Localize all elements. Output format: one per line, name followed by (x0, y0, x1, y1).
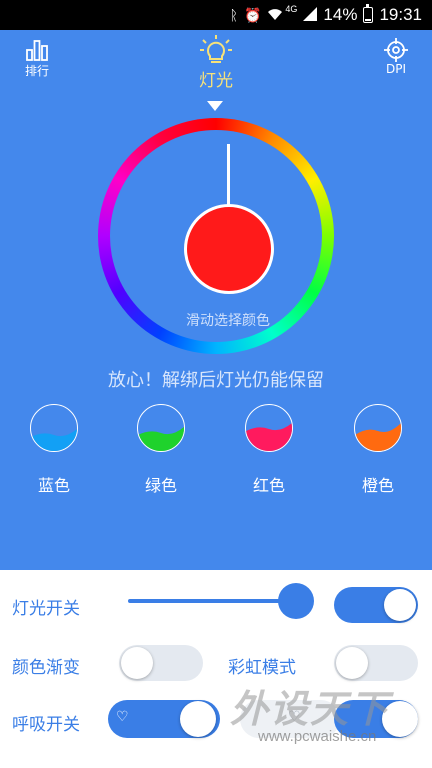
light-switch-knob (384, 589, 416, 621)
crosshair-icon (384, 38, 408, 62)
wifi-icon (267, 7, 283, 24)
preset-red[interactable]: 红色 (241, 404, 297, 496)
dpi-button[interactable]: DPI (376, 38, 416, 76)
alarm-icon: ⏰ (243, 6, 262, 23)
color-fade-label: 颜色渐变 (12, 658, 80, 678)
bluetooth-icon: ᚱ (229, 7, 238, 23)
preset-blue[interactable]: 蓝色 (26, 404, 82, 496)
wheel-pointer-icon (207, 101, 223, 111)
preset-red-swatch (245, 404, 293, 452)
status-bar: ᚱ ⏰ 4G 14% 19:31 (0, 0, 432, 30)
wheel-hint: 滑动选择颜色 (186, 313, 270, 329)
light-switch-toggle[interactable] (334, 587, 418, 623)
dpi-label: DPI (385, 62, 406, 76)
selected-color-swatch (184, 204, 274, 294)
breathing-switch-toggle[interactable]: ♡ (108, 700, 220, 738)
breathing-switch-knob (180, 701, 216, 737)
preset-blue-swatch (30, 404, 78, 452)
preset-orange-swatch (354, 404, 402, 452)
watermark-url: www.pcwaishe.cn (258, 728, 377, 745)
signal-icon (303, 6, 318, 24)
preset-blue-label: 蓝色 (37, 476, 70, 495)
rank-label: 排行 (24, 64, 49, 78)
color-wheel[interactable]: 滑动选择颜色 (98, 118, 334, 354)
color-fade-toggle[interactable] (119, 645, 203, 681)
watermark-text: 外设天下 (230, 687, 391, 731)
battery-percent: 14% (323, 5, 358, 24)
brightness-slider-track[interactable] (128, 599, 296, 603)
light-tab-label: 灯光 (199, 71, 233, 91)
battery-icon (363, 4, 374, 23)
preset-green-swatch (137, 404, 185, 452)
preset-red-label: 红色 (252, 476, 285, 495)
preset-orange[interactable]: 橙色 (350, 404, 406, 496)
preset-orange-label: 橙色 (361, 476, 394, 495)
light-switch-label: 灯光开关 (12, 599, 80, 619)
heart-icon: ♡ (116, 709, 129, 725)
rank-button[interactable]: 排行 (20, 38, 54, 79)
wheel-needle[interactable] (227, 144, 230, 206)
brightness-slider-handle[interactable] (278, 583, 314, 619)
preset-green[interactable]: 绿色 (133, 404, 189, 496)
clock: 19:31 (379, 5, 422, 24)
watermark: 外设天下 www.pcwaishe.cn (230, 672, 430, 762)
color-wheel-inner: 滑动选择颜色 (110, 130, 322, 342)
unbind-notice: 放心！解绑后灯光仍能保留 (108, 370, 324, 391)
color-fade-knob (121, 647, 153, 679)
lightbulb-icon (200, 35, 232, 63)
preset-green-label: 绿色 (144, 476, 177, 495)
light-tab[interactable]: 灯光 (186, 34, 246, 91)
breathing-switch-label: 呼吸开关 (12, 715, 80, 735)
network-type: 4G (285, 4, 298, 14)
bar-chart-icon (26, 40, 48, 61)
